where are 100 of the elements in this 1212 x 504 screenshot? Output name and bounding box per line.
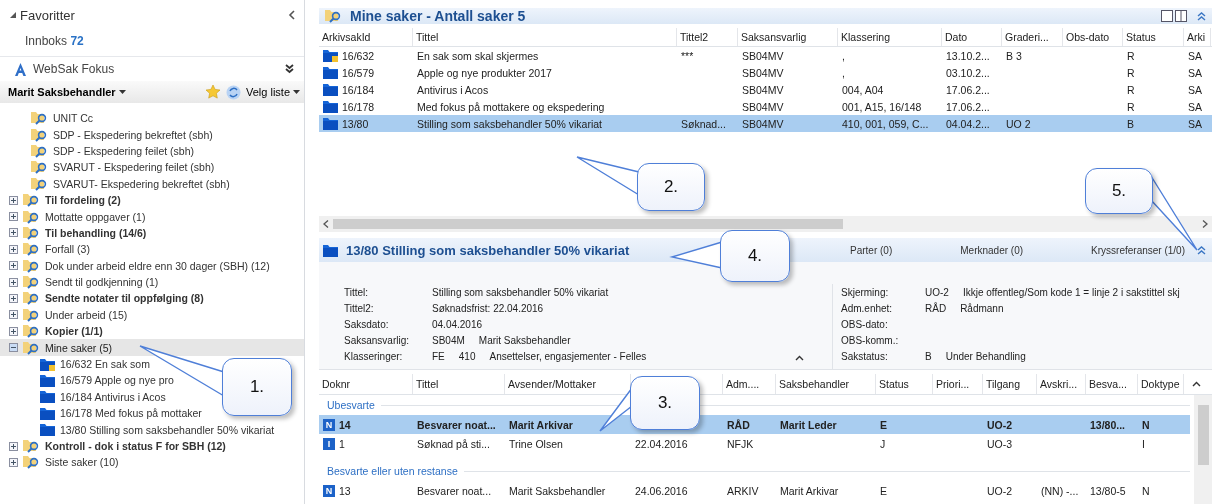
- table-row[interactable]: 16/579 Apple og nye produkter 2017 SB04MV , 03.10.2... R SA: [319, 64, 1212, 81]
- double-chevron-icon[interactable]: [285, 64, 294, 74]
- column-header[interactable]: Tilgang: [986, 378, 1021, 390]
- inbox-link[interactable]: Innboks 72: [25, 34, 84, 48]
- tree-item[interactable]: Dok under arbeid eldre enn 30 dager (SBH) (12): [0, 257, 304, 274]
- tree-item[interactable]: 16/178 Med fokus på mottaker: [0, 405, 206, 422]
- tree-item[interactable]: UNIT Cc: [0, 110, 304, 127]
- window-icon[interactable]: [1161, 10, 1189, 22]
- column-header[interactable]: Avskri...: [1040, 378, 1078, 390]
- table-cell: R: [1127, 49, 1135, 62]
- column-header[interactable]: Graderi...: [1002, 28, 1063, 46]
- column-header[interactable]: Doktype: [1141, 378, 1180, 390]
- tree-item[interactable]: Mottatte oppgaver (1): [0, 208, 304, 225]
- collapse-icon[interactable]: [9, 343, 18, 353]
- column-header[interactable]: Doknr: [322, 378, 350, 390]
- expand-icon[interactable]: [9, 326, 18, 336]
- column-header[interactable]: Tittel: [413, 28, 677, 46]
- user-dropdown[interactable]: Marit Saksbehandler: [8, 86, 126, 98]
- callout: 4.: [720, 230, 790, 282]
- vertical-scrollbar[interactable]: [1194, 395, 1212, 504]
- list-dropdown[interactable]: Velg liste: [245, 86, 300, 98]
- column-header[interactable]: Avsender/Mottaker: [508, 378, 596, 390]
- tab[interactable]: Kryssreferanser (1/0): [1091, 244, 1185, 256]
- expand-icon[interactable]: [9, 441, 18, 451]
- column-header[interactable]: Obs-dato: [1063, 28, 1123, 46]
- column-header[interactable]: Tittel: [416, 378, 439, 390]
- expand-icon[interactable]: [9, 195, 18, 205]
- column-header[interactable]: Dato: [942, 28, 1002, 46]
- horizontal-scrollbar[interactable]: [319, 216, 1212, 232]
- tab[interactable]: Merknader (0): [960, 244, 1024, 256]
- column-header[interactable]: Status: [879, 378, 909, 390]
- expand-icon[interactable]: [9, 294, 18, 303]
- tree-item[interactable]: Til fordeling (2): [0, 191, 304, 209]
- table-row[interactable]: N 14 Besvarer noat... Marit Arkivar RÅD Marit Leder E UO-2 13/80... N: [319, 415, 1190, 434]
- table-cell: SB04MV: [742, 100, 784, 113]
- expand-icon[interactable]: [9, 228, 18, 238]
- tree-item[interactable]: Siste saker (10): [0, 454, 304, 471]
- expand-icon[interactable]: [9, 277, 18, 287]
- tree-item[interactable]: Kontroll - dok i status F for SBH (12): [0, 437, 304, 455]
- table-row[interactable]: 16/632 En sak som skal skjermes *** SB04MV , 13.10.2... B 3 R SA: [319, 47, 1212, 64]
- star-icon[interactable]: [204, 84, 221, 100]
- collapse-icon[interactable]: [288, 10, 296, 20]
- app-logo-icon: [14, 62, 27, 76]
- table-cell: 16/178: [342, 100, 375, 113]
- caret-up-icon[interactable]: [1192, 381, 1201, 387]
- collapse-up-icon[interactable]: [1197, 11, 1206, 21]
- tree-item[interactable]: SVARUT- Ekspedering bekreftet (sbh): [0, 175, 304, 192]
- tree-item[interactable]: Sendte notater til oppfølging (8): [0, 290, 304, 307]
- tree-item[interactable]: 16/184 Antivirus i Acos: [0, 388, 170, 406]
- table-row[interactable]: 16/184 Antivirus i Acos SB04MV 004, A04 17.06.2... R SA: [319, 81, 1212, 98]
- search-folder-icon: [31, 111, 48, 126]
- table-row[interactable]: N 13 Besvarer noat... Marit Saksbehandler 24.06.2016 ARKIV Marit Arkivar E UO-2 (NN) -... 13/80-5 N: [319, 481, 1190, 500]
- collapse-up-icon[interactable]: [1197, 245, 1206, 255]
- column-header[interactable]: Status: [1123, 28, 1184, 46]
- tree-item[interactable]: SVARUT - Ekspedering feilet (sbh): [0, 159, 304, 176]
- column-header[interactable]: Saksansvarlig: [738, 28, 838, 46]
- column-header[interactable]: Klassering: [838, 28, 942, 46]
- column-header[interactable]: Besva...: [1089, 378, 1127, 390]
- refresh-icon[interactable]: [225, 84, 241, 100]
- tree-item[interactable]: 16/632 En sak som: [0, 355, 154, 373]
- table-row[interactable]: 16/178 Med fokus på mottakere og ekspedering SB04MV 001, A15, 16/148 17.06.2... R SA: [319, 98, 1212, 115]
- search-folder-icon: [23, 324, 40, 339]
- tree-item[interactable]: SDP - Ekspedering feilet (sbh): [0, 142, 304, 160]
- expand-icon[interactable]: [9, 457, 18, 467]
- table-cell: 13/80...: [1090, 418, 1126, 431]
- group-label[interactable]: Besvarte eller uten restanse: [327, 465, 458, 477]
- column-header[interactable]: ArkivsakId: [319, 28, 413, 46]
- field-value: 410: [458, 350, 476, 362]
- column-header[interactable]: Priori...: [936, 378, 970, 390]
- tree-item[interactable]: 13/80 Stilling som saksbehandler 50% vikariat: [0, 421, 279, 438]
- expand-icon[interactable]: [9, 310, 18, 320]
- expand-icon[interactable]: [9, 244, 18, 254]
- tree-item[interactable]: Sendt til godkjenning (1): [0, 273, 304, 291]
- scroll-left-icon[interactable]: [323, 220, 329, 228]
- tree-item[interactable]: Under arbeid (15): [0, 306, 304, 324]
- column-header[interactable]: Tittel2: [677, 28, 738, 46]
- tree-item[interactable]: Mine saker (5): [0, 339, 304, 356]
- caret-up-icon[interactable]: [795, 355, 804, 361]
- field-value: B: [925, 350, 932, 362]
- tree-item[interactable]: Kopier (1/1): [0, 323, 304, 340]
- expand-icon[interactable]: [9, 261, 18, 271]
- scroll-right-icon[interactable]: [1202, 220, 1208, 228]
- tree-item[interactable]: Til behandling (14/6): [0, 224, 304, 242]
- table-row[interactable]: I 1 Søknad på sti... Trine Olsen 22.04.2016 NFJK J UO-3 I: [319, 434, 1190, 453]
- tree-item[interactable]: Forfall (3): [0, 241, 304, 258]
- column-header[interactable]: Adm....: [726, 378, 760, 390]
- table-cell: B 3: [1006, 49, 1022, 62]
- tree-item[interactable]: 16/579 Apple og nye pro: [0, 372, 178, 389]
- table-cell: N: [1142, 484, 1150, 497]
- column-header[interactable]: Arki: [1184, 28, 1211, 46]
- column-header[interactable]: Saksbehandler: [779, 378, 850, 390]
- caret-down-icon: [118, 90, 126, 94]
- search-folder-icon: [325, 9, 342, 23]
- collapse-triangle-icon[interactable]: [10, 12, 16, 18]
- tab[interactable]: Parter (0): [850, 244, 893, 256]
- tree-item[interactable]: SDP - Ekspedering bekreftet (sbh): [0, 126, 304, 143]
- table-cell: (NN) -...: [1041, 484, 1079, 497]
- table-row[interactable]: 13/80 Stilling som saksbehandler 50% vikariat Søknad... SB04MV 410, 001, 059, C... 04.04.2... UO 2 B SA: [319, 115, 1212, 132]
- expand-icon[interactable]: [9, 212, 18, 222]
- group-label[interactable]: Ubesvarte: [327, 399, 375, 411]
